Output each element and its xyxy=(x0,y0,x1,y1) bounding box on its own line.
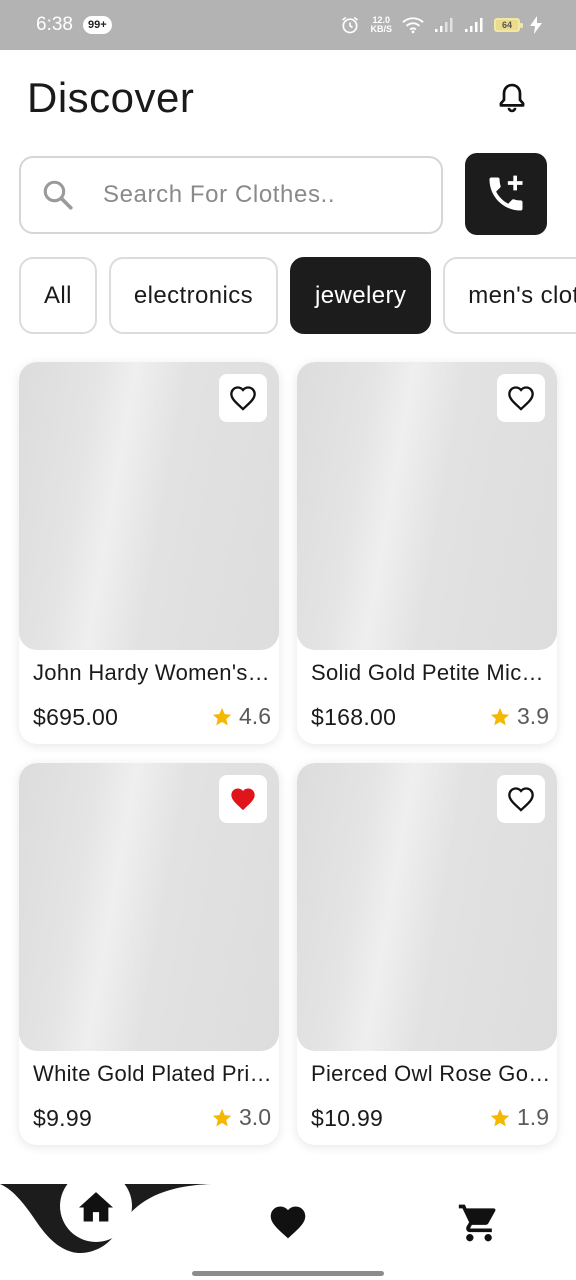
cart-icon xyxy=(458,1204,496,1242)
star-icon xyxy=(212,707,232,725)
heart-outline-icon xyxy=(508,386,534,411)
notifications-button[interactable] xyxy=(492,78,532,118)
product-title: White Gold Plated Princess xyxy=(33,1061,273,1086)
product-card[interactable]: John Hardy Women's Legends Naga Gold & S… xyxy=(19,362,279,744)
home-icon xyxy=(79,1192,113,1222)
product-price: $168.00 xyxy=(311,704,397,730)
rating-value: 3.0 xyxy=(239,1104,271,1130)
product-rating: 3.9 xyxy=(489,703,549,730)
add-call-icon xyxy=(489,175,523,211)
favorite-button[interactable] xyxy=(497,775,545,823)
charging-icon xyxy=(530,16,542,34)
nav-cart-button[interactable] xyxy=(456,1200,502,1246)
nav-favorites-button[interactable] xyxy=(266,1200,310,1244)
bell-icon xyxy=(499,83,525,113)
star-icon xyxy=(490,1108,510,1126)
discover-screen: 6:38 99+ 12.0 KB/S 64 Discover All elect… xyxy=(0,0,576,1280)
product-title: John Hardy Women's Legends Naga Gold & S… xyxy=(33,660,273,685)
signal-icon-2 xyxy=(465,18,483,32)
star-icon xyxy=(490,707,510,725)
product-price: $695.00 xyxy=(33,704,119,730)
network-speed: 12.0 KB/S xyxy=(370,16,392,34)
alarm-icon xyxy=(342,16,359,34)
add-call-button[interactable] xyxy=(465,153,547,235)
favorite-button[interactable] xyxy=(219,374,267,422)
product-price: $10.99 xyxy=(311,1105,384,1131)
status-time: 6:38 xyxy=(36,14,73,35)
heart-filled-icon xyxy=(231,788,255,811)
status-right: 12.0 KB/S 64 xyxy=(340,15,542,35)
product-card[interactable]: White Gold Plated Princess $9.99 3.0 xyxy=(19,763,279,1145)
notification-count-badge: 99+ xyxy=(82,16,112,34)
rating-value: 4.6 xyxy=(239,703,271,729)
status-left: 6:38 99+ xyxy=(36,14,112,36)
system-home-indicator[interactable] xyxy=(192,1271,384,1276)
category-chip-electronics[interactable]: electronics xyxy=(108,257,278,334)
product-rating: 1.9 xyxy=(489,1104,549,1131)
battery-indicator: 64 xyxy=(494,18,523,32)
signal-icon xyxy=(435,18,453,32)
category-chip-all[interactable]: All xyxy=(19,257,97,334)
rating-value: 3.9 xyxy=(517,703,549,729)
nav-home-button[interactable] xyxy=(60,1170,132,1242)
status-bar: 6:38 99+ 12.0 KB/S 64 xyxy=(0,0,576,50)
favorite-button[interactable] xyxy=(219,775,267,823)
wifi-icon xyxy=(402,17,424,34)
category-chip-jewelery[interactable]: jewelery xyxy=(290,257,432,334)
product-title: Solid Gold Petite Micropave xyxy=(311,660,551,685)
favorite-button[interactable] xyxy=(497,374,545,422)
category-chip-mens-clothing[interactable]: men's clothing xyxy=(443,257,576,334)
category-chips: All electronics jewelery men's clothing xyxy=(19,257,576,335)
page-title: Discover xyxy=(27,74,195,121)
product-rating: 3.0 xyxy=(211,1104,271,1131)
product-card[interactable]: Solid Gold Petite Micropave $168.00 3.9 xyxy=(297,362,557,744)
search-bar[interactable] xyxy=(19,156,443,234)
bottom-navigation xyxy=(0,1160,576,1280)
search-input[interactable] xyxy=(103,181,403,209)
product-title: Pierced Owl Rose Gold Plated Stainless S… xyxy=(311,1061,551,1086)
network-speed-unit: KB/S xyxy=(370,24,392,34)
heart-outline-icon xyxy=(230,386,256,411)
product-rating: 4.6 xyxy=(211,703,271,730)
rating-value: 1.9 xyxy=(517,1104,549,1130)
heart-outline-icon xyxy=(508,787,534,812)
product-card[interactable]: Pierced Owl Rose Gold Plated Stainless S… xyxy=(297,763,557,1145)
search-icon xyxy=(43,180,73,210)
product-price: $9.99 xyxy=(33,1105,93,1131)
star-icon xyxy=(212,1108,232,1126)
heart-icon xyxy=(270,1206,306,1239)
